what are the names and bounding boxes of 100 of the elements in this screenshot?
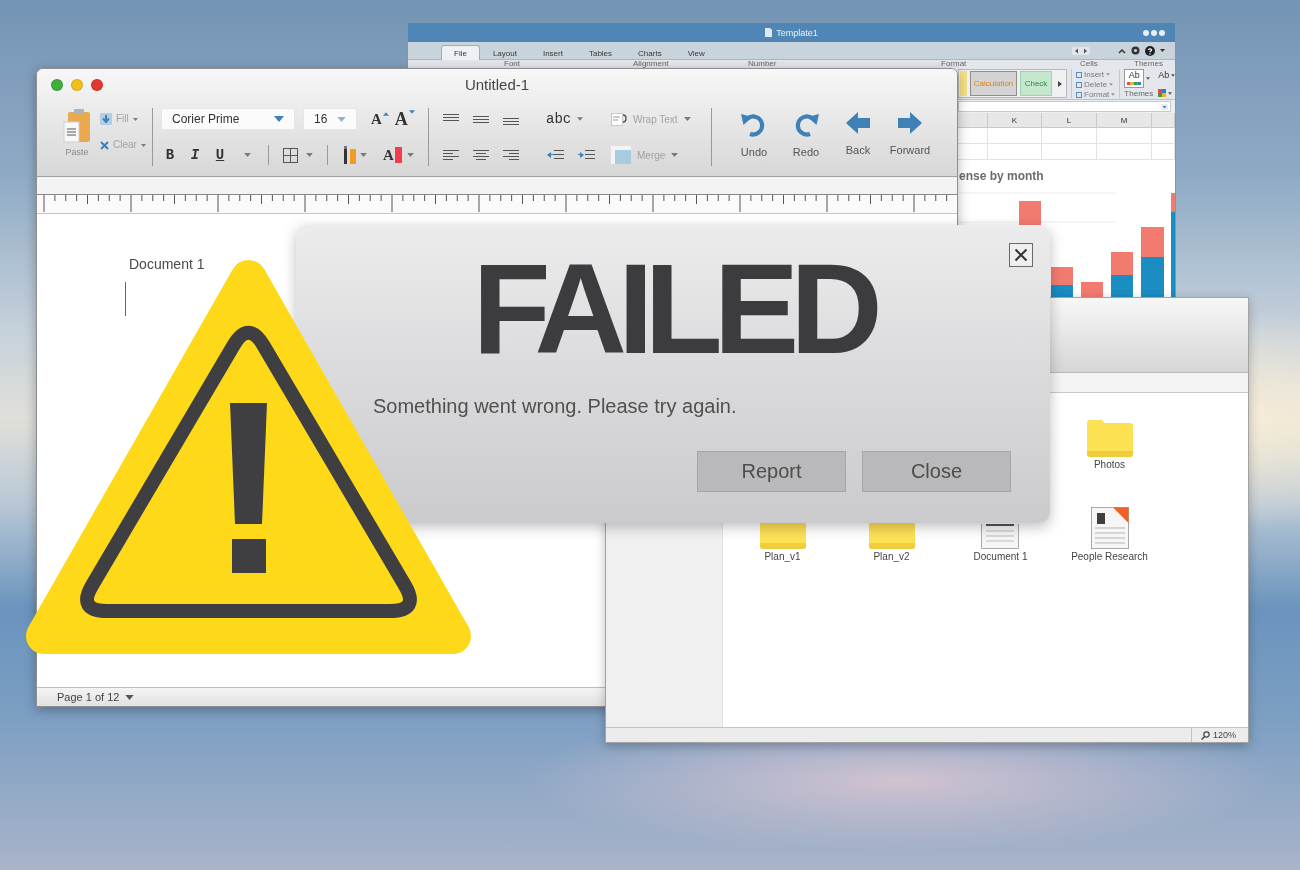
warning-icon <box>25 258 472 655</box>
window-title: Template1 <box>776 27 818 38</box>
column-header: K <box>1011 115 1018 125</box>
settings-icon[interactable] <box>1131 46 1140 55</box>
caret-right-icon <box>1058 80 1062 87</box>
ribbon-group-label: Cells <box>1080 60 1098 68</box>
caret-icon <box>1171 73 1175 77</box>
text-cursor <box>125 282 126 316</box>
ribbon-tab[interactable]: Tables <box>575 45 626 60</box>
caret-icon <box>1109 83 1114 86</box>
chart-title: ense by month <box>959 169 1044 183</box>
scroll-arrows-icon[interactable] <box>1072 46 1090 55</box>
close-button[interactable] <box>1009 243 1033 267</box>
caret-icon <box>1146 77 1151 80</box>
ribbon-tab[interactable]: File <box>441 45 480 60</box>
chart-bar <box>1141 227 1164 297</box>
ribbon-tab[interactable]: Charts <box>625 45 675 60</box>
clipboard-icon <box>63 109 91 143</box>
dialog-button[interactable]: Close <box>862 451 1011 492</box>
chevron-up-icon[interactable] <box>1118 47 1126 54</box>
column-header: M <box>1120 115 1128 125</box>
grow-font-button[interactable]: A <box>371 111 389 127</box>
caret-icon <box>274 116 284 122</box>
zoom-control[interactable]: 120% <box>1191 728 1248 742</box>
arrow-right-icon[interactable] <box>897 110 923 136</box>
ribbon-group-label: Themes <box>1134 60 1163 68</box>
ribbon-group-label: Format <box>941 60 967 68</box>
close-icon <box>1014 248 1028 262</box>
highlight-button[interactable] <box>342 146 367 164</box>
toolbar-button[interactable]: Redo <box>782 110 830 159</box>
spelling-button[interactable]: abc <box>546 111 584 127</box>
document-icon <box>765 28 773 37</box>
search-icon <box>1201 730 1210 740</box>
column-header: L <box>1066 115 1072 125</box>
chart-bar <box>1019 201 1041 226</box>
window-title: Untitled-1 <box>464 76 530 93</box>
window-control-button[interactable] <box>51 78 63 91</box>
window-control-button[interactable] <box>91 78 103 91</box>
folder-icon <box>1086 420 1133 457</box>
caret-icon <box>244 153 251 157</box>
indent-icon[interactable] <box>578 149 595 161</box>
underline-button[interactable]: U <box>211 147 229 163</box>
ribbon-group-label: Font <box>504 60 520 68</box>
help-icon[interactable] <box>1145 45 1155 56</box>
style-option[interactable]: Check <box>1020 71 1052 96</box>
bold-button[interactable]: B <box>161 147 179 163</box>
cross-icon <box>100 140 109 150</box>
ribbon-tab[interactable]: Insert <box>529 45 576 60</box>
file-item[interactable]: People Research <box>1071 503 1148 563</box>
theme-colors-button[interactable] <box>1158 89 1175 97</box>
toolbar-button[interactable]: Undo <box>730 110 778 159</box>
document-icon <box>1090 507 1129 549</box>
color-grid-icon <box>1158 89 1167 97</box>
cells-menu-button[interactable]: Format <box>1076 90 1116 99</box>
theme-fonts-button[interactable]: Ab <box>1158 70 1175 80</box>
caret-icon <box>406 153 414 157</box>
toolbar-button[interactable]: Back <box>834 110 882 157</box>
align-left-icon[interactable] <box>443 148 459 162</box>
merge-cells-icon <box>611 146 631 164</box>
caret-icon <box>360 153 367 157</box>
shrink-font-button[interactable]: A <box>394 110 415 128</box>
caret-up-icon <box>382 111 389 116</box>
page-indicator[interactable]: Page 1 of 12 <box>57 691 135 703</box>
file-item[interactable]: Document 1 <box>973 503 1028 563</box>
ribbon-tab[interactable]: View <box>674 45 718 60</box>
borders-button[interactable] <box>283 147 313 163</box>
caret-icon <box>306 153 313 157</box>
caret-icon <box>337 116 346 122</box>
ribbon-tab[interactable]: Layout <box>479 45 530 60</box>
caret-icon <box>1106 73 1110 76</box>
chart-bar <box>1081 282 1103 297</box>
ribbon-group-label: Number <box>748 60 777 68</box>
table-icon <box>283 147 298 163</box>
theme-button[interactable]: Ab <box>1124 69 1145 88</box>
document-title: Document 1 <box>129 256 205 272</box>
formula-field[interactable] <box>958 101 1171 112</box>
caret-icon <box>125 694 135 700</box>
color-swatch-icon <box>394 147 402 163</box>
caret-icon <box>1161 103 1168 110</box>
cells-menu-button[interactable]: Delete <box>1076 80 1116 89</box>
dialog-button[interactable]: Report <box>697 451 846 492</box>
align-right-icon[interactable] <box>503 148 519 162</box>
toolbar-button[interactable]: Forward <box>886 110 934 157</box>
ribbon-group-label: Alignment <box>633 60 669 68</box>
italic-button[interactable]: I <box>186 147 204 163</box>
caret-icon <box>140 143 146 147</box>
cells-menu-button[interactable]: Insert <box>1076 70 1116 79</box>
dialog-title: FAILED <box>472 245 874 373</box>
more-icon[interactable] <box>1143 29 1165 36</box>
align-center-icon[interactable] <box>473 148 489 162</box>
font-select[interactable]: Corier Prime <box>161 108 295 130</box>
chart-bar <box>1051 267 1073 297</box>
ribbon-group-label: Themes <box>1124 89 1154 98</box>
outdent-icon[interactable] <box>547 149 564 161</box>
caret-icon <box>1160 49 1165 52</box>
caret-icon <box>1168 91 1173 95</box>
file-item[interactable]: Photos <box>1086 411 1133 471</box>
font-size-select[interactable]: 16 <box>303 108 357 130</box>
arrow-left-icon[interactable] <box>845 110 871 136</box>
font-color-button[interactable]: A <box>383 147 414 163</box>
